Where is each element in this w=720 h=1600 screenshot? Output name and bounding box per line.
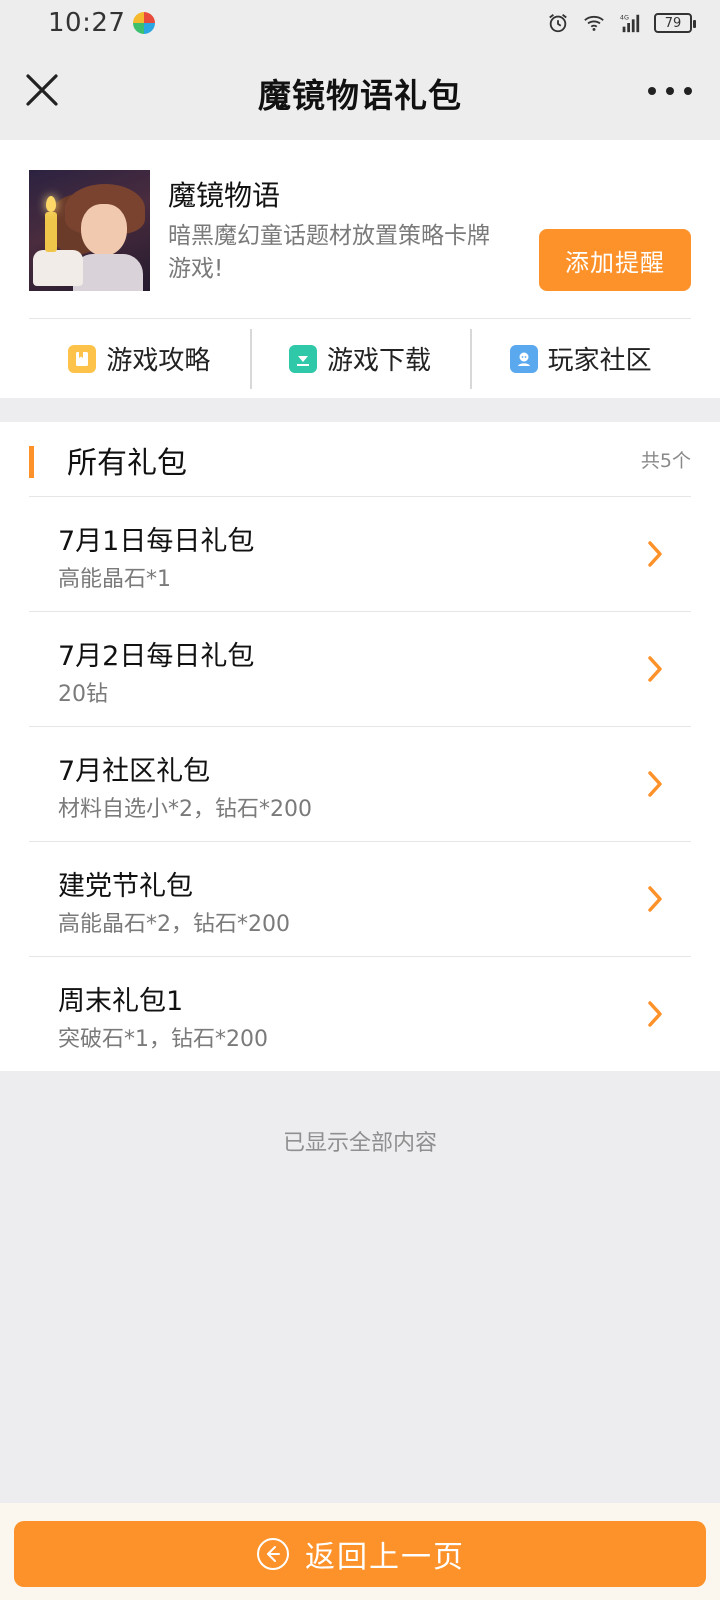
game-guide-label: 游戏攻略 [106, 346, 211, 376]
end-of-content-note: 已显示全部内容 [282, 1131, 437, 1156]
gift-section: 所有礼包 共5个 7月1日每日礼包 高能晶石*1 7月2日每日礼包 20钻 7月… [0, 422, 720, 1071]
gift-name: 7月社区礼包 [58, 756, 211, 787]
game-guide-link[interactable]: 游戏攻略 [29, 319, 250, 398]
status-left: 10:27 [48, 8, 156, 38]
gift-item[interactable]: 周末礼包1 突破石*1，钻石*200 [29, 956, 691, 1071]
section-marker [29, 446, 34, 478]
back-button[interactable]: 返回上一页 [14, 1521, 706, 1587]
gift-reward: 20钻 [58, 682, 108, 707]
battery-level: 79 [664, 15, 682, 31]
gift-reward: 高能晶石*1 [58, 567, 171, 592]
alarm-icon [549, 14, 567, 33]
gift-name: 建党节礼包 [58, 871, 193, 902]
status-right: 4G 79 [546, 12, 696, 34]
game-links: 游戏攻略 游戏下载 玩家社区 [29, 318, 691, 398]
cover-art-face [81, 204, 127, 256]
gift-name: 7月1日每日礼包 [58, 526, 255, 557]
gift-item[interactable]: 7月1日每日礼包 高能晶石*1 [29, 496, 691, 611]
page-title: 魔镜物语礼包 [258, 76, 462, 115]
game-download-label: 游戏下载 [327, 346, 432, 376]
community-icon [509, 344, 538, 373]
game-name: 魔镜物语 [168, 179, 281, 212]
more-dot-icon [648, 87, 656, 95]
gift-count: 共5个 [640, 450, 691, 472]
game-description: 暗黑魔幻童话题材放置策略卡牌游戏! [168, 223, 490, 282]
gift-item[interactable]: 7月2日每日礼包 20钻 [29, 611, 691, 726]
cover-art-candle [45, 212, 57, 252]
back-button-label: 返回上一页 [305, 1540, 465, 1575]
game-card: 魔镜物语 暗黑魔幻童话题材放置策略卡牌游戏! 添加提醒 游戏攻略 游戏下载 玩家 [0, 140, 720, 398]
cover-art-flame [46, 196, 56, 212]
back-arrow-icon [257, 1538, 289, 1570]
gift-item[interactable]: 7月社区礼包 材料自选小*2，钻石*200 [29, 726, 691, 841]
battery-icon: 79 [654, 13, 696, 33]
more-dot-icon [666, 87, 674, 95]
status-time: 10:27 [48, 8, 126, 38]
chevron-right-icon [648, 1001, 662, 1027]
chevron-right-icon [648, 541, 662, 567]
cover-art-cake [33, 250, 83, 286]
screen: 10:27 4G 79 魔镜物语礼包 魔镜物语 暗黑魔幻童话题材放置策略卡牌游戏… [0, 0, 720, 1600]
bottom-bar: 返回上一页 [0, 1503, 720, 1600]
app-notification-icon [133, 12, 156, 34]
download-icon [289, 344, 317, 373]
status-bar: 10:27 4G 79 [0, 0, 720, 46]
title-bar: 魔镜物语礼包 [0, 46, 720, 140]
network-type-label: 4G [620, 13, 629, 21]
more-options-button[interactable] [648, 76, 692, 106]
player-community-link[interactable]: 玩家社区 [470, 319, 691, 398]
game-download-link[interactable]: 游戏下载 [249, 319, 471, 398]
chevron-right-icon [648, 886, 662, 912]
gift-name: 7月2日每日礼包 [58, 641, 255, 672]
guide-icon [68, 344, 97, 373]
chevron-right-icon [648, 771, 662, 797]
gift-list: 7月1日每日礼包 高能晶石*1 7月2日每日礼包 20钻 7月社区礼包 材料自选… [29, 496, 691, 1071]
gift-name: 周末礼包1 [58, 986, 184, 1017]
gift-item[interactable]: 建党节礼包 高能晶石*2，钻石*200 [29, 841, 691, 956]
gift-section-title: 所有礼包 [67, 446, 187, 481]
more-dot-icon [684, 87, 692, 95]
cover-art-body [73, 254, 143, 291]
gift-reward: 突破石*1，钻石*200 [58, 1027, 268, 1052]
gift-reward: 材料自选小*2，钻石*200 [58, 797, 312, 822]
wifi-icon [584, 15, 604, 31]
gift-section-header: 所有礼包 共5个 [29, 422, 691, 496]
game-cover-image[interactable] [29, 170, 150, 291]
cell-signal-icon: 4G [620, 13, 640, 33]
add-reminder-button[interactable]: 添加提醒 [539, 229, 691, 291]
chevron-right-icon [648, 656, 662, 682]
gift-reward: 高能晶石*2，钻石*200 [58, 912, 290, 937]
player-community-label: 玩家社区 [547, 346, 652, 376]
close-icon[interactable] [20, 68, 64, 112]
